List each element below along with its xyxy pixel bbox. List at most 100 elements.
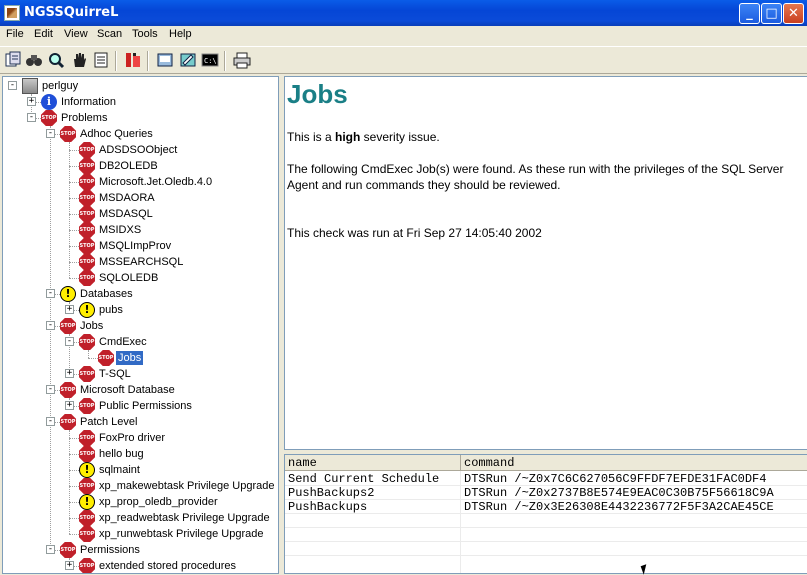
tree-item-label: xp_readwebtask Privilege Upgrade [99,512,270,524]
results-tree[interactable]: - perlguy + i Information - STOP Problems - STOP A… [2,76,279,574]
stop-icon: STOP [79,238,95,254]
tree-item[interactable]: STOP MSQLImpProv [3,238,273,254]
tree-item[interactable]: - perlguy [3,78,273,94]
tree-item[interactable]: - STOP Adhoc Queries [3,126,273,142]
tree-item-label: FoxPro driver [99,432,166,444]
stop-scan-button[interactable] [70,51,88,69]
tree-item-label: MSDAORA [99,192,155,204]
table-cell-name[interactable]: PushBackups2 [285,486,460,500]
tree-item[interactable]: STOP xp_makewebtask Privilege Upgrade [3,478,274,494]
maximize-button[interactable]: □ [761,3,782,24]
table-cell-name[interactable]: Send Current Schedule [285,472,460,486]
tree-item[interactable]: STOP xp_runwebtask Privilege Upgrade [3,526,273,542]
tree-item[interactable]: STOP MSIDXS [3,222,273,238]
collapse-icon[interactable]: - [27,113,36,122]
tree-item[interactable]: - STOP Jobs [3,318,273,334]
tree-item[interactable]: + STOP extended stored procedures [3,558,273,573]
collapse-icon[interactable]: - [46,545,55,554]
expand-icon[interactable]: + [27,97,36,106]
tree-item[interactable]: STOP xp_readwebtask Privilege Upgrade [3,510,273,526]
tree-item[interactable]: STOP Microsoft.Jet.Oledb.4.0 [3,174,273,190]
tree-item-label: Microsoft.Jet.Oledb.4.0 [99,176,213,188]
minimize-button[interactable]: _ [739,3,760,24]
find-button[interactable] [25,51,43,69]
toolbar-separator [224,51,226,71]
table-cell-command[interactable]: DTSRun /~Z0x2737B8E574E9EAC0C30B75F56618… [461,486,807,500]
tree-item[interactable]: - STOP Patch Level [3,414,273,430]
tree-item[interactable]: STOP hello bug [3,446,273,462]
collapse-icon[interactable]: - [8,81,17,90]
open-report-button[interactable] [4,51,22,69]
magnifier-icon [49,53,65,69]
close-icon: ✕ [788,6,799,21]
scan-button[interactable] [47,51,65,69]
computer-icon [22,78,38,94]
tree-item[interactable]: ! xp_prop_oledb_provider [3,494,273,510]
table-cell-command[interactable]: DTSRun /~Z0x7C6C627056C9FFDF7EFDE31FAC0D… [461,472,807,486]
fix-button[interactable] [124,51,142,69]
warning-icon: ! [79,302,95,318]
tree-item[interactable]: STOP FoxPro driver [3,430,273,446]
tree-item[interactable]: +! pubs [3,302,273,318]
tree-item-label: Databases [80,288,133,300]
tree-item[interactable]: STOP Jobs [3,350,273,366]
collapse-icon[interactable]: - [46,385,55,394]
expand-icon[interactable]: + [65,401,74,410]
tree-item[interactable]: STOP MSSEARCHSQL [3,254,273,270]
tree-item-label: xp_runwebtask Privilege Upgrade [99,528,264,540]
menu-file[interactable]: File [6,28,24,40]
tree-item[interactable]: STOP MSDASQL [3,206,273,222]
stop-icon: STOP [79,254,95,270]
column-header-name[interactable]: name [285,455,461,471]
tree-item[interactable]: - STOP Microsoft Database [3,382,273,398]
tree-item[interactable]: - STOP Problems [3,110,273,126]
collapse-icon[interactable]: - [46,321,55,330]
tree-item[interactable]: -! Databases [3,286,273,302]
expand-icon[interactable]: + [65,369,74,378]
tree-item[interactable]: STOP DB2OLEDB [3,158,273,174]
table-cell-command[interactable]: DTSRun /~Z0x3E26308E4432236772F5F3A2CAE4… [461,500,807,514]
stop-icon: STOP [79,478,95,494]
tree-item[interactable]: STOP SQLOLEDB [3,270,273,286]
table-cell-name[interactable]: PushBackups [285,500,460,514]
menu-edit[interactable]: Edit [34,28,53,40]
tree-item[interactable]: ! sqlmaint [3,462,273,478]
expand-icon[interactable]: + [65,561,74,570]
print-button[interactable] [233,51,251,69]
menu-scan[interactable]: Scan [97,28,122,40]
column-header-command[interactable]: command [461,455,807,471]
hand-icon [74,53,86,67]
collapse-icon[interactable]: - [46,289,55,298]
app-icon [4,5,20,21]
notes-button[interactable] [179,51,197,69]
tree-item[interactable]: - STOP CmdExec [3,334,273,350]
expand-icon[interactable]: + [65,305,74,314]
tree-item[interactable]: + i Information [3,94,273,110]
toolbar: C:\ [0,46,807,74]
tree-item-label: Jobs [80,320,104,332]
close-button[interactable]: ✕ [783,3,804,24]
check-timestamp: This check was run at Fri Sep 27 14:05:4… [287,226,542,240]
command-prompt-button[interactable]: C:\ [201,51,219,69]
stop-icon: STOP [79,558,95,573]
maximize-icon: □ [765,6,778,21]
tree-item-label: Public Permissions [99,400,192,412]
printer-icon [233,52,251,69]
properties-button[interactable] [156,51,174,69]
tree-item[interactable]: STOP ADSDSOObject [3,142,273,158]
menu-view[interactable]: View [64,28,88,40]
tree-item[interactable]: + STOP Public Permissions [3,398,273,414]
collapse-icon[interactable]: - [65,337,74,346]
log-button[interactable] [92,51,110,69]
collapse-icon[interactable]: - [46,417,55,426]
collapse-icon[interactable]: - [46,129,55,138]
tree-item-label: pubs [99,304,123,316]
stop-icon: STOP [79,446,95,462]
stop-icon: STOP [60,414,76,430]
menu-tools[interactable]: Tools [132,28,158,40]
menu-help[interactable]: Help [169,28,192,40]
fix-icon [126,53,140,67]
tree-item[interactable]: STOP MSDAORA [3,190,273,206]
tree-item[interactable]: - STOP Permissions [3,542,273,558]
tree-item[interactable]: + STOP T-SQL [3,366,273,382]
